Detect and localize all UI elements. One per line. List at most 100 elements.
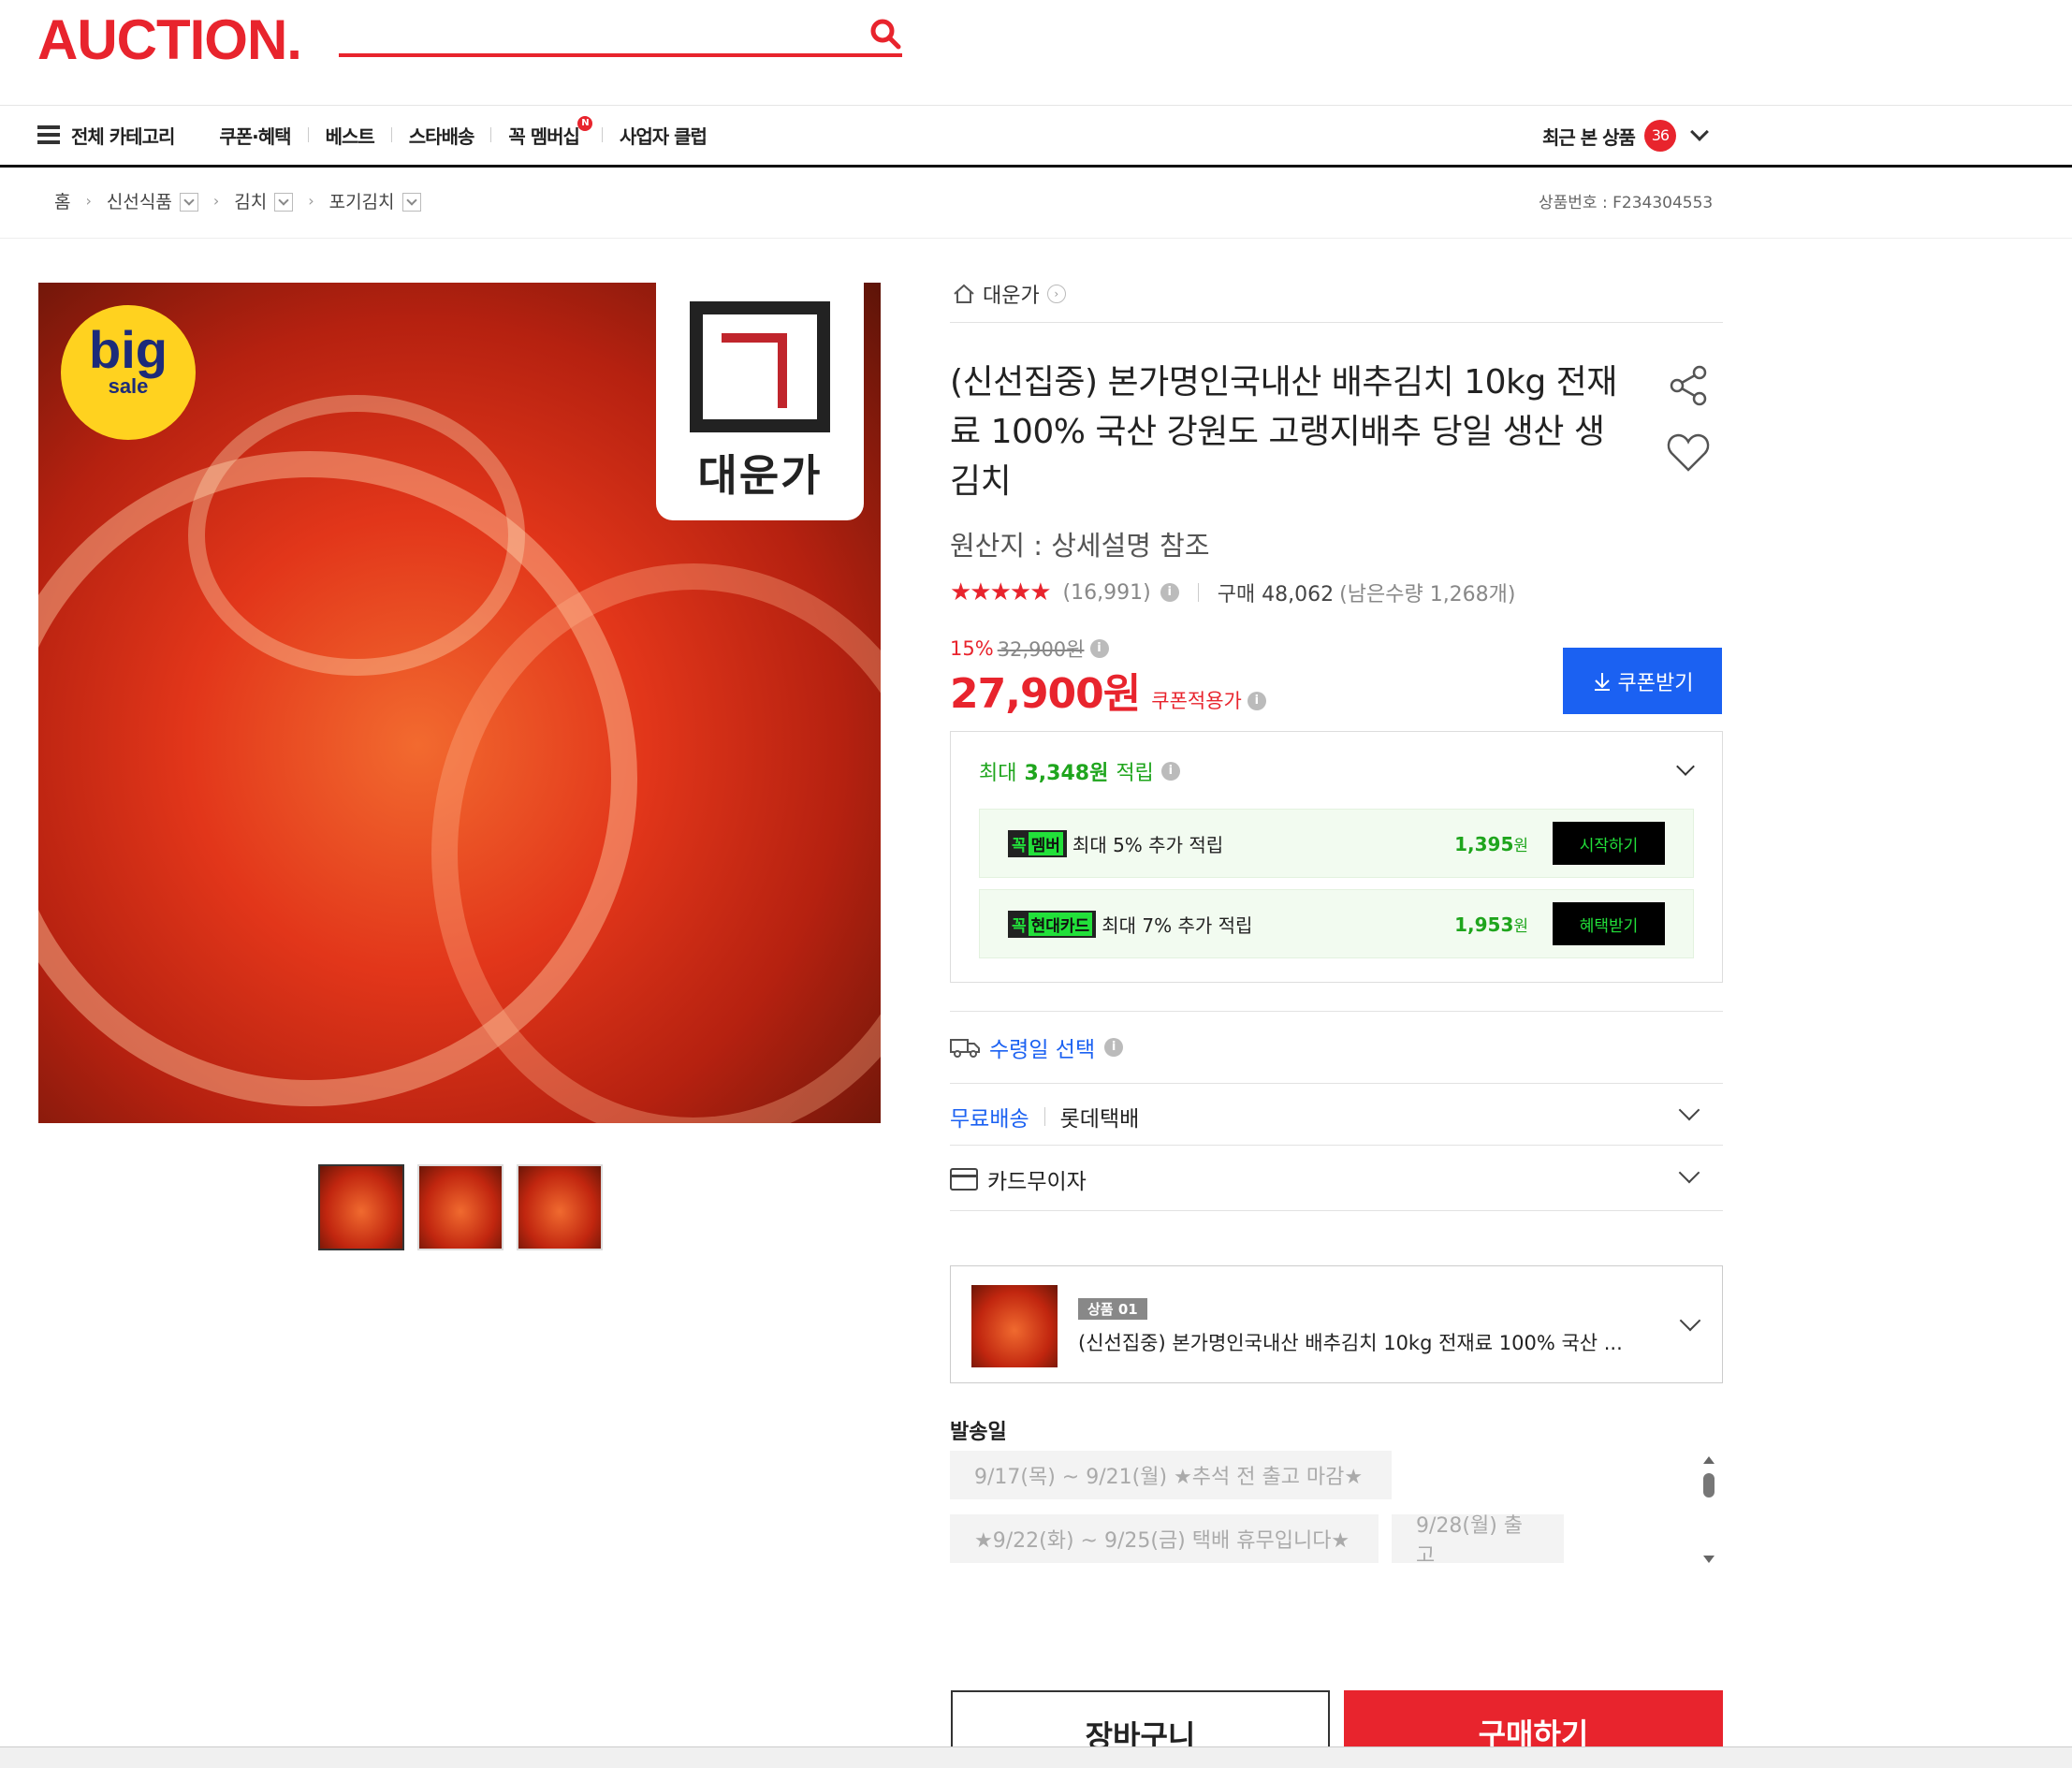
chevron-down-icon[interactable] (1678, 1099, 1700, 1121)
option-title: (신선집중) 본가명인국내산 배추김치 10kg 전재료 100% 국산 ... (1078, 1332, 1623, 1354)
breadcrumb-kimchi[interactable]: 김치 (234, 188, 267, 213)
coupon-download-button[interactable]: 쿠폰받기 (1563, 648, 1722, 714)
auction-logo[interactable]: AUCTION. (37, 7, 302, 73)
dispatch-date-label: 발송일 (950, 1421, 1007, 1444)
nav-membership[interactable]: 꼭 멤버십 N (508, 115, 592, 149)
credit-card-icon (950, 1168, 978, 1191)
member-tag: 꼭 멤버 (1008, 829, 1067, 857)
nav-all-categories[interactable]: 전체 카테고리 (71, 122, 175, 149)
divider (950, 1145, 1723, 1146)
truck-icon (950, 1039, 980, 1058)
divider (950, 1083, 1723, 1084)
big-sale-badge-sub: sale (108, 374, 149, 398)
original-price: 32,900원 (997, 638, 1085, 661)
big-sale-badge-main: big (89, 320, 168, 379)
info-icon[interactable]: i (1160, 583, 1179, 602)
breadcrumb-dropdown[interactable] (401, 193, 421, 212)
thumbnail-1[interactable] (318, 1164, 404, 1250)
option-select[interactable]: 상품 01 (신선집중) 본가명인국내산 배추김치 10kg 전재료 100% … (950, 1265, 1723, 1383)
carrier-name: 롯데택배 (1059, 1107, 1140, 1132)
search-input[interactable] (339, 53, 902, 57)
reward-head-prefix: 최대 (979, 762, 1017, 785)
chevron-down-icon[interactable] (1679, 1309, 1701, 1332)
review-count[interactable]: (16,991) (1063, 581, 1151, 605)
info-icon[interactable]: i (1104, 1038, 1124, 1057)
nav-business-club[interactable]: 사업자 클럽 (620, 122, 708, 149)
search-icon[interactable] (868, 17, 902, 51)
breadcrumb-divider (0, 238, 2072, 239)
thumbnail-list (318, 1164, 603, 1250)
installment-row[interactable]: 카드무이자 (950, 1162, 1723, 1195)
reward-header[interactable]: 최대 3,348원 적립 i (979, 756, 1180, 786)
points-value: 1,395 (1454, 832, 1514, 855)
auction-product-page: AUCTION. 전체 카테고리 쿠폰·혜택 베스트 스타배송 꼭 멤버십 N 사… (0, 0, 2072, 1768)
scroll-down-icon[interactable] (1703, 1556, 1715, 1563)
new-badge: N (576, 115, 592, 131)
kimchi-texture (188, 395, 525, 676)
product-title: (신선집중) 본가명인국내산 배추김치 10kg 전재료 100% 국산 강원도… (950, 363, 1617, 501)
heart-icon[interactable] (1666, 431, 1711, 474)
scroll-up-icon[interactable] (1703, 1456, 1715, 1464)
card-tag: 꼭 현대카드 (1008, 910, 1097, 938)
get-benefit-button[interactable]: 혜택받기 (1553, 902, 1665, 945)
dispatch-option[interactable]: 9/17(목) ~ 9/21(월) ★추석 전 출고 마감★ (950, 1451, 1392, 1499)
chevron-down-icon[interactable] (1678, 1162, 1700, 1184)
window-status-bar (0, 1746, 2072, 1768)
thumbnail-3[interactable] (517, 1164, 603, 1250)
info-icon[interactable]: i (1247, 692, 1266, 710)
thumbnail-2[interactable] (417, 1164, 503, 1250)
recent-count-badge: 36 (1643, 120, 1676, 152)
big-sale-badge: big sale (61, 305, 196, 440)
discount-info: 15% 32,900원 i (950, 635, 1109, 663)
dispatch-option[interactable]: 9/28(월) 출고 (1392, 1514, 1564, 1568)
info-icon[interactable]: i (1160, 762, 1180, 781)
star-rating[interactable]: ★★★★★ (950, 578, 1052, 606)
seller-link[interactable]: 대운가 › (953, 279, 1066, 309)
dispatch-option[interactable]: ★9/22(화) ~ 9/25(금) 택배 휴무입니다★ (950, 1514, 1379, 1563)
nav-separator (490, 127, 492, 142)
chevron-right-icon: › (212, 191, 220, 210)
breadcrumb-home[interactable]: 홈 (54, 188, 70, 213)
tag-label: 멤버 (1028, 831, 1063, 855)
scroll-thumb[interactable] (1703, 1473, 1715, 1498)
share-icon[interactable] (1666, 363, 1711, 408)
receive-date-select[interactable]: 수령일 선택 i (950, 1031, 1124, 1063)
nav-separator (601, 127, 603, 142)
reward-row-member: 꼭 멤버 최대 5% 추가 적립 1,395원 시작하기 (979, 809, 1694, 878)
brand-logo-text: 대운가 (697, 450, 823, 501)
header-divider (0, 105, 2072, 106)
remaining-stock: (남은수량 1,268개) (1339, 583, 1516, 606)
download-icon (1594, 672, 1610, 691)
info-icon[interactable]: i (1089, 639, 1109, 658)
reward-row-card: 꼭 현대카드 최대 7% 추가 적립 1,953원 혜택받기 (979, 889, 1694, 958)
nav-coupons[interactable]: 쿠폰·혜택 (219, 122, 291, 149)
brand-logo-box: 대운가 (656, 283, 864, 520)
product-main-image[interactable]: big sale 대운가 (38, 283, 881, 1123)
chevron-down-icon (1690, 123, 1709, 141)
points-value: 1,953 (1454, 913, 1514, 936)
discount-percent: 15% (950, 637, 994, 660)
free-shipping-label: 무료배송 (950, 1107, 1029, 1132)
nav-best[interactable]: 베스트 (326, 122, 375, 149)
chevron-right-icon: › (1046, 285, 1066, 303)
nav-star-delivery[interactable]: 스타배송 (409, 122, 475, 149)
menu-icon[interactable] (37, 125, 60, 144)
breadcrumb-dropdown[interactable] (274, 193, 294, 212)
breadcrumb-dropdown[interactable] (179, 193, 198, 212)
nav-membership-label: 꼭 멤버십 (508, 124, 580, 148)
divider (950, 1011, 1723, 1012)
chevron-down-icon[interactable] (1676, 757, 1695, 776)
cart-button[interactable]: 장바구니 (951, 1690, 1330, 1746)
buy-button[interactable]: 구매하기 (1344, 1690, 1723, 1746)
origin-info: 원산지 : 상세설명 참조 (950, 530, 1210, 562)
purchase-count: 구매 48,062 (1217, 583, 1335, 606)
breadcrumb-fresh-food[interactable]: 신선식품 (107, 188, 172, 213)
start-button[interactable]: 시작하기 (1553, 822, 1665, 865)
breadcrumb-pogi-kimchi[interactable]: 포기김치 (329, 188, 395, 213)
rating-summary: ★★★★★ (16,991) i 구매 48,062 (남은수량 1,268개) (950, 577, 1516, 607)
points-unit: 원 (1513, 916, 1528, 936)
dispatch-scrollbar[interactable] (1703, 1456, 1715, 1569)
nav-separator (390, 127, 392, 142)
shipping-row[interactable]: 무료배송 롯데택배 (950, 1099, 1723, 1132)
recent-products-toggle[interactable]: 최근 본 상품 36 (1542, 120, 1709, 152)
